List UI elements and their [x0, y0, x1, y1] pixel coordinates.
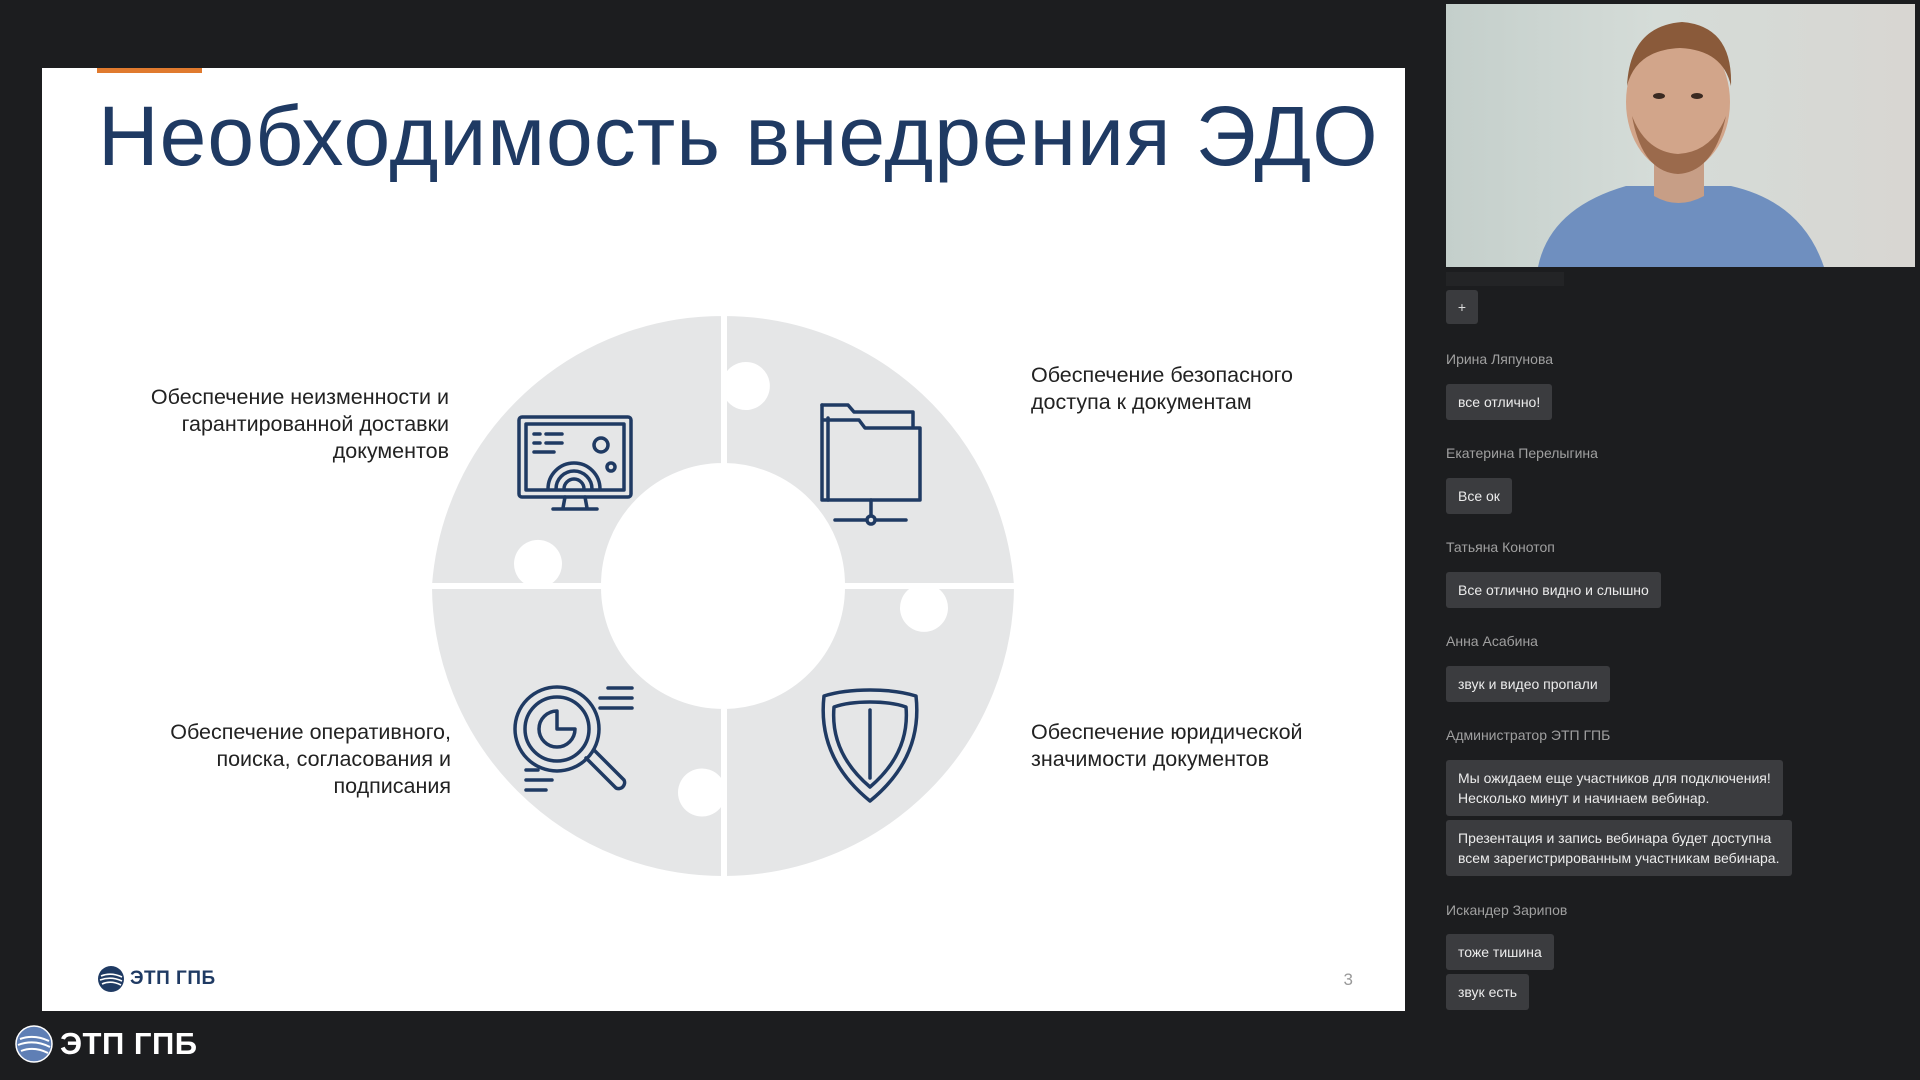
- speaker-video[interactable]: [1446, 4, 1915, 267]
- puzzle-piece-top-left: [427, 311, 725, 587]
- webinar-screen: Необходимость внедрения ЭДО Обеспечение …: [0, 0, 1920, 1080]
- chat-message: звук и видео пропали: [1446, 666, 1610, 702]
- add-button[interactable]: +: [1446, 290, 1478, 324]
- caption-integrity: Обеспечение неизменности и гарантированн…: [150, 385, 449, 463]
- caption-secure-access: Обеспечение безопасного доступа к докуме…: [1031, 363, 1293, 414]
- chat-sender: Анна Асабина: [1446, 633, 1538, 649]
- presentation-slide: Необходимость внедрения ЭДО Обеспечение …: [42, 68, 1405, 1011]
- slide-logo: ЭТП ГПБ: [97, 965, 216, 993]
- chat-message: Презентация и запись вебинара будет дост…: [1446, 820, 1792, 876]
- slide-logo-text: ЭТП ГПБ: [130, 968, 216, 989]
- app-logo: ЭТП ГПБ: [14, 1024, 198, 1064]
- chat-sender: Искандер Зарипов: [1446, 902, 1568, 918]
- video-name-label: [1446, 272, 1564, 286]
- chat-message: Мы ожидаем еще участников для подключени…: [1446, 760, 1783, 816]
- chat-message: тоже тишина: [1446, 934, 1554, 970]
- chat-message: звук есть: [1446, 974, 1530, 1010]
- chat-sender: Ирина Ляпунова: [1446, 351, 1554, 367]
- globe-logo-icon: [98, 966, 124, 992]
- puzzle-piece-bottom-left: [427, 585, 725, 881]
- slide-page-number: 3: [1343, 970, 1353, 989]
- chat-sender: Татьяна Конотоп: [1446, 539, 1555, 555]
- puzzle-piece-top-right: [723, 311, 1019, 587]
- app-logo-text: ЭТП ГПБ: [60, 1026, 198, 1061]
- caption-legal-significance: Обеспечение юридической значимости докум…: [1031, 720, 1303, 771]
- globe-logo-icon: [15, 1025, 53, 1063]
- chat-sender: Администратор ЭТП ГПБ: [1446, 727, 1611, 743]
- speaker-figure: [1538, 22, 1824, 267]
- chat-message: Все ок: [1446, 478, 1512, 514]
- puzzle-ring-diagram: [427, 311, 1019, 881]
- chat-sender: Екатерина Перелыгина: [1446, 445, 1598, 461]
- caption-search-sign: Обеспечение оперативного, поиска, соглас…: [170, 720, 451, 798]
- chat-message: Все отлично видно и слышно: [1446, 572, 1661, 608]
- chat-message: все отлично!: [1446, 384, 1553, 420]
